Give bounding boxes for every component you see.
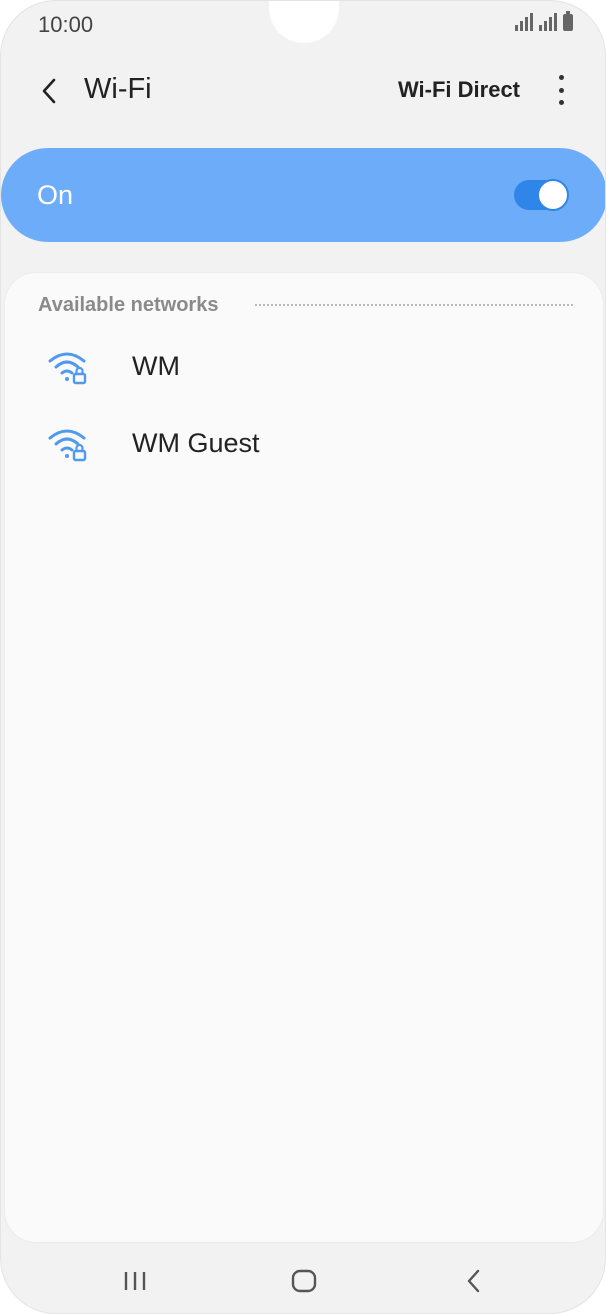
signal-icon: [515, 13, 533, 31]
navigation-bar: [1, 1249, 605, 1313]
more-options-button[interactable]: [549, 75, 573, 105]
wifi-lock-icon: [48, 429, 87, 462]
network-list-card: Available networks WM WM Guest: [4, 272, 604, 1243]
camera-notch: [269, 1, 339, 43]
nav-back-button[interactable]: [454, 1265, 494, 1297]
wifi-toggle-row[interactable]: On: [1, 148, 605, 242]
app-bar: Wi-Fi Wi-Fi Direct: [1, 61, 605, 121]
page-title: Wi-Fi: [84, 73, 152, 105]
chevron-left-icon: [42, 78, 56, 104]
phone-screen: 10:00 Wi-Fi Wi-Fi Direct On Available ne…: [0, 0, 606, 1314]
wifi-switch[interactable]: [514, 179, 569, 211]
network-name: WM: [132, 351, 180, 381]
more-vertical-icon: [558, 75, 564, 80]
wifi-toggle-label: On: [37, 180, 74, 210]
back-button[interactable]: [31, 73, 67, 109]
network-name: WM Guest: [132, 428, 260, 458]
home-icon: [291, 1269, 317, 1293]
battery-icon: [563, 11, 573, 31]
recents-button[interactable]: [115, 1265, 155, 1297]
back-icon: [467, 1269, 480, 1293]
switch-knob: [537, 179, 569, 211]
status-time: 10:00: [38, 12, 94, 37]
wifi-lock-icon: [48, 352, 87, 385]
network-item-wm[interactable]: WM: [5, 333, 605, 403]
network-item-wm-guest[interactable]: WM Guest: [5, 410, 605, 480]
status-icons: [515, 11, 573, 31]
recents-icon: [124, 1272, 146, 1290]
wifi-direct-button[interactable]: Wi-Fi Direct: [398, 77, 520, 103]
home-button[interactable]: [284, 1265, 324, 1297]
section-divider: [255, 304, 573, 306]
signal-icon: [539, 13, 557, 31]
available-networks-header: Available networks: [38, 294, 219, 316]
